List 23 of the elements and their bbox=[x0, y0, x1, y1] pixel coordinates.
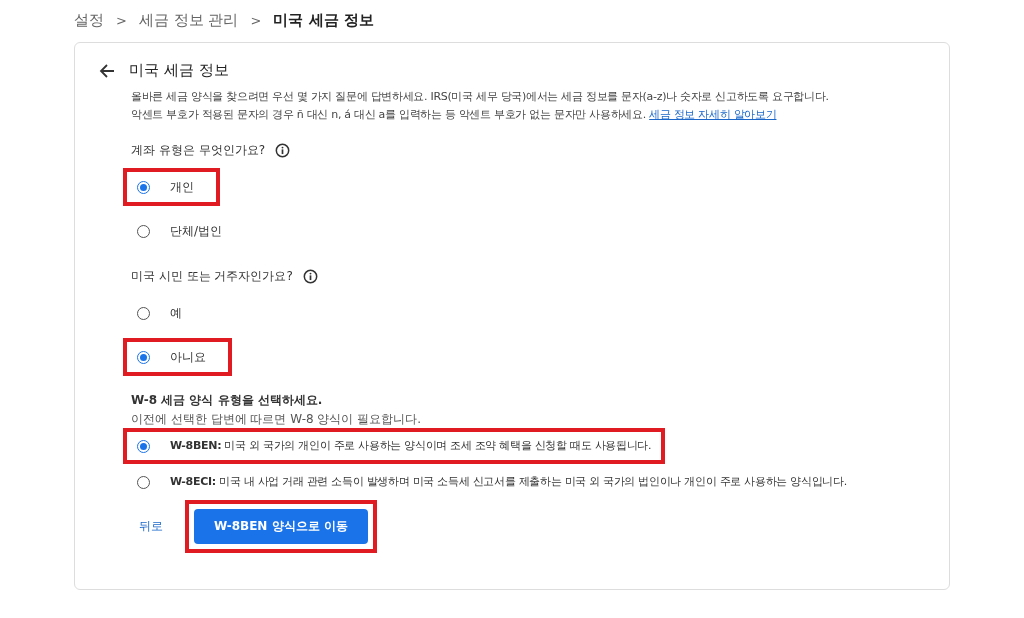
question-label: 미국 시민 또는 거주자인가요? bbox=[131, 267, 293, 285]
back-button[interactable]: 뒤로 bbox=[131, 512, 171, 541]
continue-button[interactable]: W-8BEN 양식으로 이동 bbox=[194, 509, 368, 544]
section-title: W-8 세금 양식 유형을 선택하세요. bbox=[131, 392, 324, 409]
option-label[interactable]: 예 bbox=[170, 304, 182, 322]
option-label[interactable]: 단체/법인 bbox=[170, 222, 223, 240]
breadcrumb-item[interactable]: 세금 정보 관리 bbox=[138, 10, 239, 30]
card-title: 미국 세금 정보 bbox=[129, 61, 229, 80]
question-label: 계좌 유형은 무엇인가요? bbox=[131, 141, 265, 159]
breadcrumb-item[interactable]: 설정 bbox=[74, 10, 104, 30]
option-label[interactable]: W-8BEN: 미국 외 국가의 개인이 주로 사용하는 양식이며 조세 조약 혜택을 신청할 때도 사용됩니다. bbox=[170, 438, 652, 454]
back-arrow-icon[interactable] bbox=[99, 62, 115, 79]
learn-more-link[interactable]: 세금 정보 자세히 알아보기 bbox=[649, 108, 777, 121]
info-icon[interactable] bbox=[302, 268, 318, 284]
breadcrumb-separator: > bbox=[116, 12, 127, 28]
option-label[interactable]: 개인 bbox=[170, 178, 194, 196]
section-subtitle: 이전에 선택한 답변에 따르면 W-8 양식이 필요합니다. bbox=[131, 411, 423, 428]
option-label[interactable]: 아니요 bbox=[170, 348, 206, 366]
breadcrumb-item: 미국 세금 정보 bbox=[273, 10, 374, 30]
option-label[interactable]: W-8ECI: 미국 내 사업 거래 관련 소득이 발생하며 미국 소득세 신고서를 제출하는 미국 외 국가의 법인이나 개인이 주로 사용하는 양식입니다. bbox=[170, 474, 847, 490]
info-icon[interactable] bbox=[275, 142, 290, 158]
intro-text: 올바른 세금 양식을 찾으려면 우선 몇 가지 질문에 답변하세요. IRS(미국 세무 당국)에서는 세금 정보를 문자(a-z)나 숫자로 신고하도록 요구합니다. 악센트 부호가 적용된 문자의 경우 ñ 대신 n, á 대신 a를 입력하는 등 악센트 부호가 없는 문자만 사용하세요. 세금 정보 자세히 알아보기 bbox=[131, 89, 830, 123]
breadcrumb-separator: > bbox=[250, 12, 262, 28]
